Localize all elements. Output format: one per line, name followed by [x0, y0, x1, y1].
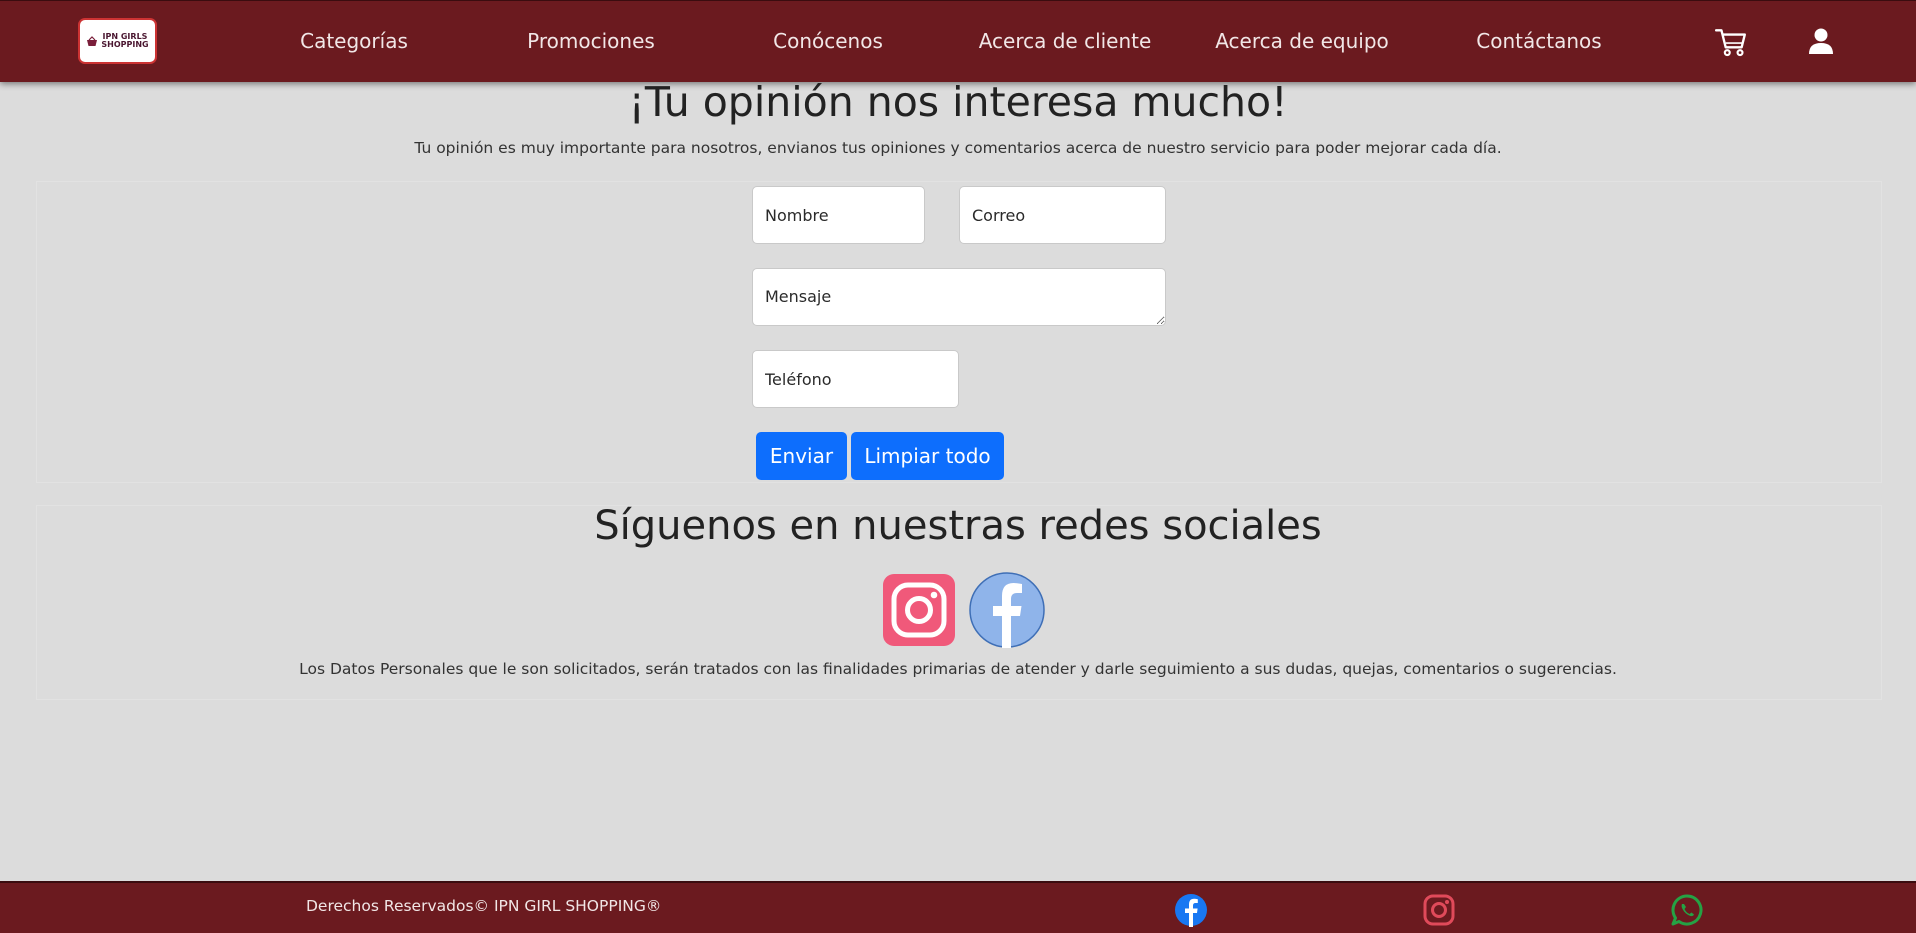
nav-contactanos[interactable]: Contáctanos [1476, 29, 1601, 53]
footer: Derechos Reservados© IPN GIRL SHOPPING® [0, 881, 1916, 933]
nav-conocenos[interactable]: Conócenos [773, 29, 883, 53]
user-icon[interactable] [1806, 26, 1836, 60]
top-navbar: IPN GIRLS SHOPPING Categorías Promocione… [0, 0, 1916, 82]
footer-facebook-icon[interactable] [1174, 893, 1208, 931]
instagram-icon[interactable] [883, 574, 955, 650]
page-subtitle: Tu opinión es muy importante para nosotr… [414, 139, 1502, 157]
page-title: ¡Tu opinión nos interesa mucho! [628, 78, 1288, 126]
footer-whatsapp-icon[interactable] [1670, 893, 1704, 931]
nav-acerca-de-cliente[interactable]: Acerca de cliente [979, 29, 1152, 53]
facebook-icon[interactable] [969, 572, 1045, 652]
submit-button[interactable]: Enviar [756, 432, 847, 480]
nav-promociones[interactable]: Promociones [527, 29, 655, 53]
name-field[interactable] [752, 186, 925, 244]
phone-field[interactable] [752, 350, 959, 408]
social-title: Síguenos en nuestras redes sociales [594, 503, 1322, 549]
nav-categorias[interactable]: Categorías [300, 29, 408, 53]
logo-text: IPN GIRLS SHOPPING [101, 33, 148, 49]
nav-acerca-de-equipo[interactable]: Acerca de equipo [1215, 29, 1389, 53]
email-field[interactable] [959, 186, 1166, 244]
message-field[interactable] [752, 268, 1166, 326]
cart-icon[interactable] [1714, 25, 1748, 63]
logo-text-line-2: SHOPPING [101, 40, 149, 49]
footer-copyright: Derechos Reservados© IPN GIRL SHOPPING® [306, 897, 662, 915]
footer-instagram-icon[interactable] [1422, 893, 1456, 931]
privacy-notice: Los Datos Personales que le son solicita… [299, 660, 1617, 678]
clear-all-button[interactable]: Limpiar todo [851, 432, 1004, 480]
logo[interactable]: IPN GIRLS SHOPPING [78, 18, 157, 64]
basket-icon [87, 35, 98, 46]
